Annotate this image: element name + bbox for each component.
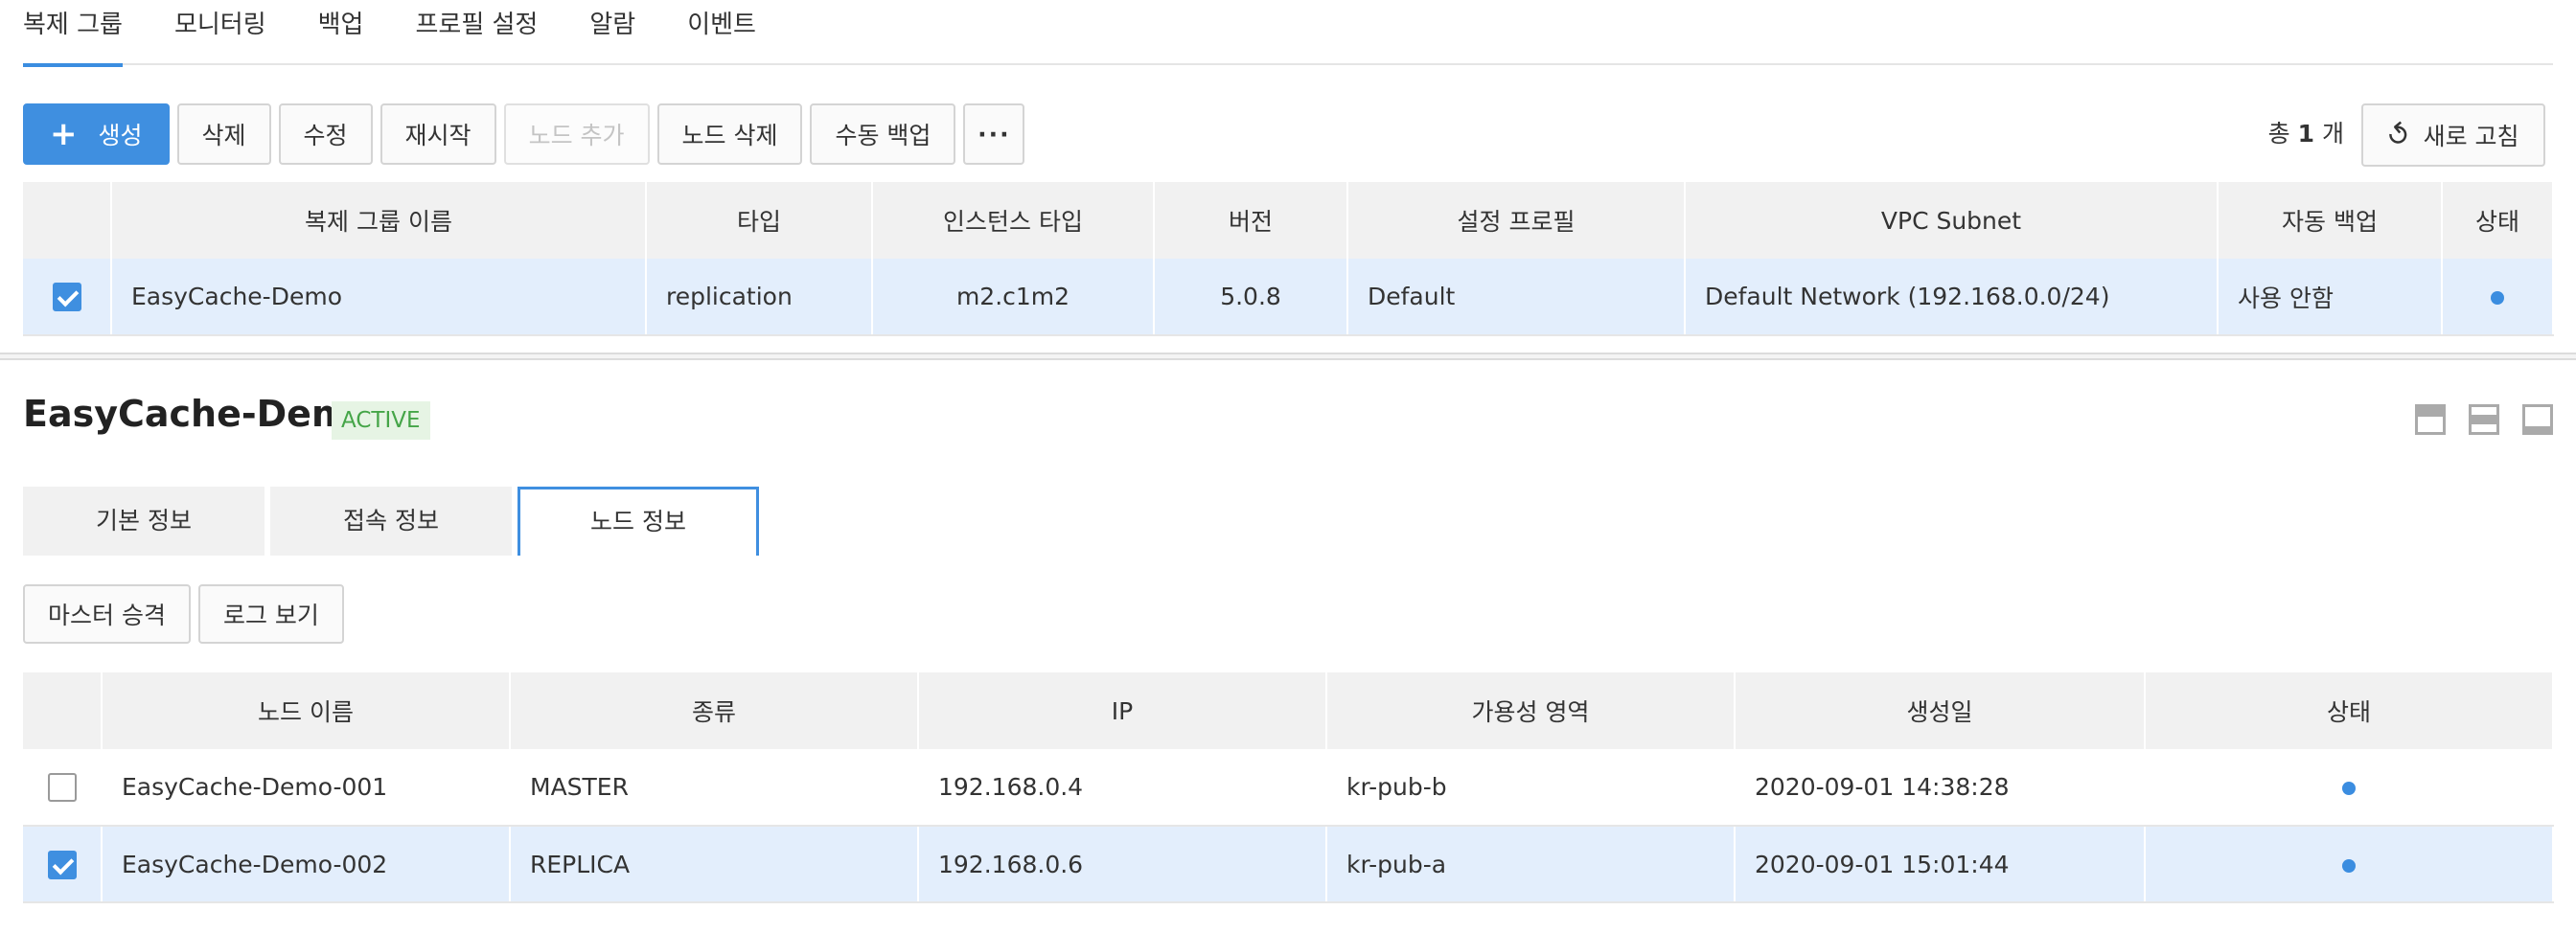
column-header[interactable]: 노드 이름 (102, 672, 511, 749)
promote-master-button[interactable]: 마스터 승격 (23, 584, 191, 644)
detail-title: EasyCache-Demo (23, 393, 375, 435)
instance-type-cell: m2.c1m2 (872, 259, 1155, 336)
layout-controls (2392, 404, 2553, 435)
refresh-label: 새로 고침 (2423, 123, 2519, 150)
status-dot-icon (2491, 291, 2504, 305)
restart-button[interactable]: 재시작 (380, 103, 496, 165)
top-tab-bar: 복제 그룹 모니터링 백업 프로필 설정 알람 이벤트 (23, 0, 2553, 67)
node-kind-cell: REPLICA (510, 826, 919, 903)
column-header[interactable]: 설정 프로필 (1347, 182, 1686, 259)
layout-middle-icon[interactable] (2469, 404, 2499, 435)
column-header[interactable]: 타입 (646, 182, 873, 259)
table-row[interactable]: EasyCache-Demo replication m2.c1m2 5.0.8… (23, 259, 2554, 336)
tab-events[interactable]: 이벤트 (687, 0, 756, 65)
create-button-label: 생성 (98, 122, 143, 149)
row-checkbox[interactable] (47, 850, 77, 879)
column-header[interactable]: 상태 (2145, 672, 2554, 749)
total-count: 총 1 개 (2268, 103, 2344, 165)
node-table: 노드 이름 종류 IP 가용성 영역 생성일 상태 EasyCache-Demo… (23, 672, 2554, 903)
node-ip-cell: 192.168.0.6 (918, 826, 1327, 903)
tab-monitoring[interactable]: 모니터링 (174, 0, 266, 65)
column-header[interactable]: 자동 백업 (2218, 182, 2443, 259)
node-created-cell: 2020-09-01 14:38:28 (1735, 749, 2146, 827)
add-node-button[interactable]: 노드 추가 (503, 103, 650, 165)
column-header[interactable]: 복제 그룹 이름 (111, 182, 647, 259)
tab-backup[interactable]: 백업 (318, 0, 364, 65)
layout-bottom-icon[interactable] (2522, 404, 2553, 435)
column-header[interactable]: 인스턴스 타입 (872, 182, 1155, 259)
status-cell (2145, 749, 2554, 827)
table-row[interactable]: EasyCache-Demo-001 MASTER 192.168.0.4 kr… (23, 749, 2554, 827)
node-zone-cell: kr-pub-b (1326, 749, 1736, 827)
refresh-button[interactable]: ↺ 새로 고침 (2361, 103, 2545, 167)
count-prefix: 총 (2267, 120, 2290, 148)
column-header[interactable]: 버전 (1154, 182, 1348, 259)
table-row[interactable]: EasyCache-Demo-002 REPLICA 192.168.0.6 k… (23, 826, 2554, 903)
node-kind-cell: MASTER (510, 749, 919, 827)
table-header-row: 노드 이름 종류 IP 가용성 영역 생성일 상태 (23, 672, 2554, 749)
plus-icon: + (50, 115, 78, 153)
column-header[interactable]: VPC Subnet (1685, 182, 2219, 259)
node-name-cell: EasyCache-Demo-001 (102, 749, 511, 827)
select-column-header (23, 182, 112, 259)
group-type-cell: replication (646, 259, 873, 336)
count-value: 1 (2297, 120, 2315, 148)
status-dot-icon (2342, 782, 2356, 795)
subnet-cell: Default Network (192.168.0.0/24) (1685, 259, 2219, 336)
node-name-cell: EasyCache-Demo-002 (102, 826, 511, 903)
node-zone-cell: kr-pub-a (1326, 826, 1736, 903)
version-cell: 5.0.8 (1154, 259, 1348, 336)
tab-profile-settings[interactable]: 프로필 설정 (415, 0, 538, 65)
count-suffix: 개 (2321, 120, 2344, 148)
select-column-header (23, 672, 103, 749)
refresh-icon: ↺ (2380, 114, 2420, 156)
column-header[interactable]: 가용성 영역 (1326, 672, 1736, 749)
profile-cell: Default (1347, 259, 1686, 336)
status-cell (2442, 259, 2554, 336)
create-button[interactable]: + 생성 (23, 103, 170, 165)
column-header[interactable]: 생성일 (1735, 672, 2146, 749)
tab-node-info[interactable]: 노드 정보 (518, 487, 759, 556)
row-select-cell (23, 826, 103, 903)
layout-top-icon[interactable] (2415, 404, 2446, 435)
row-select-cell (23, 259, 112, 336)
auto-backup-cell: 사용 안함 (2218, 259, 2443, 336)
delete-node-button[interactable]: 노드 삭제 (656, 103, 803, 165)
row-checkbox[interactable] (47, 773, 77, 802)
group-toolbar: + 생성 삭제 수정 재시작 노드 추가 노드 삭제 수동 백업 ··· (23, 103, 1032, 165)
status-cell (2145, 826, 2554, 903)
column-header[interactable]: 종류 (510, 672, 919, 749)
table-header-row: 복제 그룹 이름 타입 인스턴스 타입 버전 설정 프로필 VPC Subnet… (23, 182, 2554, 259)
tab-replication-group[interactable]: 복제 그룹 (23, 0, 123, 67)
modify-button[interactable]: 수정 (278, 103, 373, 165)
column-header[interactable]: 상태 (2442, 182, 2554, 259)
more-options-button[interactable]: ··· (963, 103, 1025, 165)
view-log-button[interactable]: 로그 보기 (197, 584, 344, 644)
delete-button[interactable]: 삭제 (176, 103, 271, 165)
replication-group-table: 복제 그룹 이름 타입 인스턴스 타입 버전 설정 프로필 VPC Subnet… (23, 182, 2554, 336)
panel-divider[interactable] (0, 353, 2576, 360)
manual-backup-button[interactable]: 수동 백업 (810, 103, 956, 165)
node-ip-cell: 192.168.0.4 (918, 749, 1327, 827)
node-toolbar: 마스터 승격 로그 보기 (23, 584, 352, 644)
detail-tab-bar: 기본 정보 접속 정보 노드 정보 (23, 487, 765, 556)
node-created-cell: 2020-09-01 15:01:44 (1735, 826, 2146, 903)
row-select-cell (23, 749, 103, 827)
status-dot-icon (2342, 858, 2356, 873)
tab-basic-info[interactable]: 기본 정보 (23, 487, 264, 556)
group-name-cell: EasyCache-Demo (111, 259, 647, 336)
column-header[interactable]: IP (918, 672, 1327, 749)
tab-alarm[interactable]: 알람 (589, 0, 635, 65)
tab-connection-info[interactable]: 접속 정보 (270, 487, 512, 556)
status-badge: ACTIVE (332, 401, 430, 440)
row-checkbox[interactable] (52, 283, 81, 311)
